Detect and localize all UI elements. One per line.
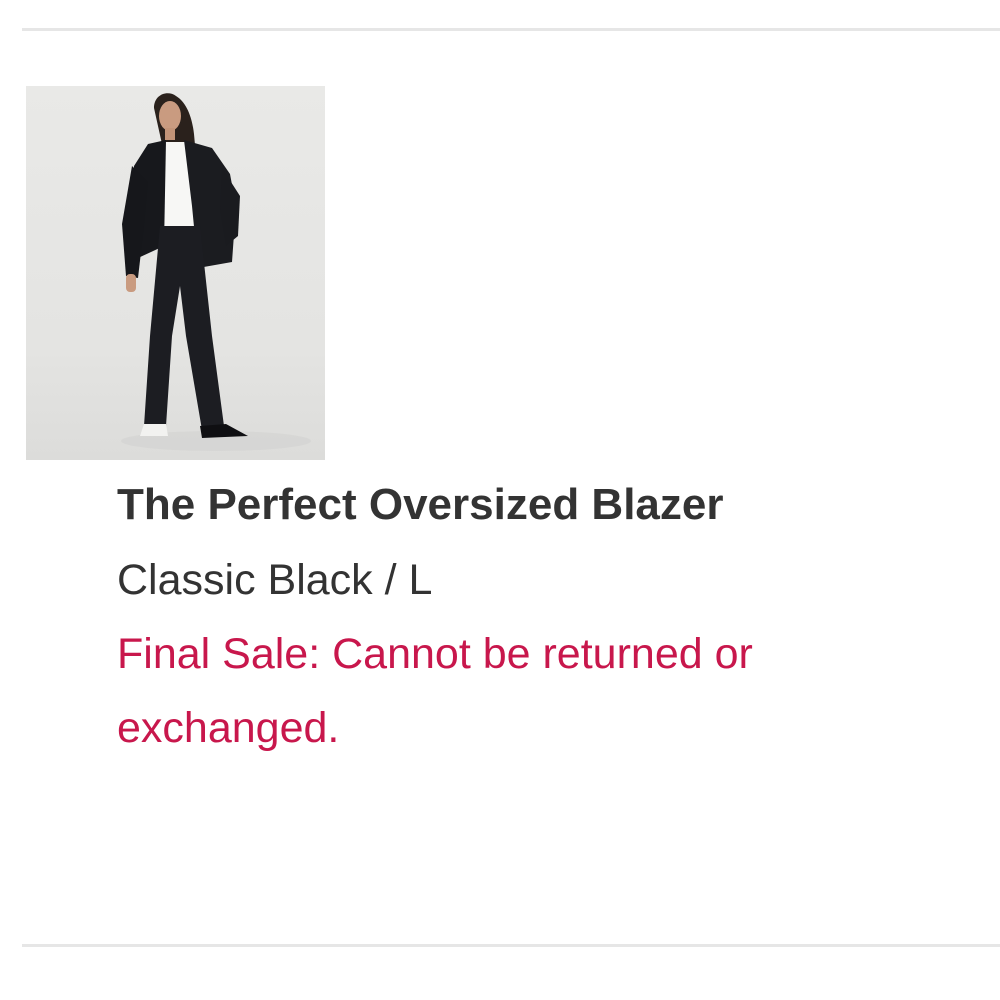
product-info: The Perfect Oversized Blazer Classic Bla… bbox=[117, 466, 757, 765]
bottom-divider bbox=[22, 944, 1000, 947]
model-figure bbox=[121, 93, 311, 451]
product-variant: Classic Black / L bbox=[117, 556, 433, 604]
product-image[interactable] bbox=[26, 86, 325, 460]
final-sale-notice: Final Sale: Cannot be returned or exchan… bbox=[117, 630, 753, 752]
product-title[interactable]: The Perfect Oversized Blazer bbox=[117, 466, 757, 543]
cart-line-item-page: The Perfect Oversized Blazer Classic Bla… bbox=[0, 0, 1000, 1000]
top-divider bbox=[22, 28, 1000, 31]
